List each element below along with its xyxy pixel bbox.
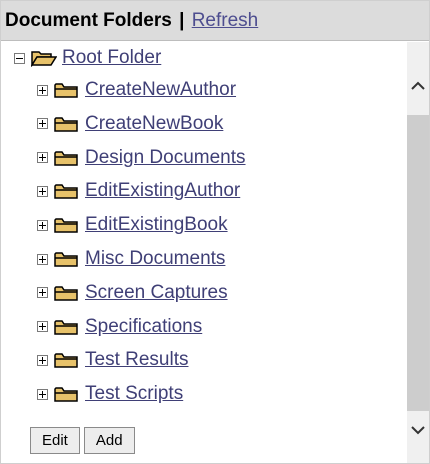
- tree-node-root[interactable]: Root Folder: [14, 44, 161, 72]
- expand-toggle-icon[interactable]: [37, 321, 48, 333]
- expand-toggle-icon[interactable]: [37, 354, 48, 366]
- tree-node-label[interactable]: EditExistingBook: [85, 214, 228, 235]
- panel-header: Document Folders | Refresh: [1, 1, 429, 41]
- folder-icon: [54, 286, 78, 301]
- tree-node[interactable]: EditExistingBook: [37, 211, 228, 239]
- folder-icon: [54, 252, 78, 267]
- tree-node-label[interactable]: Test Results: [85, 349, 188, 370]
- expand-toggle-icon[interactable]: [37, 152, 48, 164]
- folder-icon: [54, 150, 78, 166]
- folder-icon: [54, 353, 78, 369]
- tree-node[interactable]: CreateNewAuthor: [37, 76, 236, 104]
- expand-toggle-icon[interactable]: [37, 287, 48, 299]
- expand-toggle-icon[interactable]: [37, 118, 48, 130]
- tree-node[interactable]: Misc Documents: [37, 245, 225, 273]
- scroll-down-arrow-icon[interactable]: [410, 422, 426, 438]
- add-button[interactable]: Add: [83, 427, 135, 454]
- folder-tree: Root Folder CreateNewAuthor CreateNewBook…: [1, 42, 405, 462]
- folder-icon: [54, 319, 78, 335]
- folder-icon: [54, 218, 78, 233]
- folder-icon: [54, 117, 78, 132]
- collapse-toggle-icon[interactable]: [14, 52, 25, 64]
- tree-node-label[interactable]: Test Scripts: [85, 383, 183, 404]
- tree-node[interactable]: Specifications: [37, 313, 202, 341]
- refresh-link[interactable]: Refresh: [192, 10, 259, 31]
- button-bar: Edit Add: [30, 427, 135, 454]
- folder-icon: [54, 83, 78, 98]
- tree-node[interactable]: EditExistingAuthor: [37, 177, 240, 205]
- tree-node-label[interactable]: CreateNewBook: [85, 113, 223, 134]
- tree-node[interactable]: Screen Captures: [37, 279, 228, 307]
- folder-icon: [54, 184, 78, 200]
- scroll-up-arrow-icon[interactable]: [410, 78, 426, 94]
- expand-toggle-icon[interactable]: [37, 219, 48, 231]
- panel-title: Document Folders: [5, 10, 172, 31]
- tree-node[interactable]: Test Results: [37, 346, 188, 374]
- tree-node-label[interactable]: Root Folder: [62, 47, 161, 68]
- tree-node-label[interactable]: Misc Documents: [85, 248, 225, 269]
- tree-node-label[interactable]: Design Documents: [85, 147, 246, 168]
- tree-node[interactable]: CreateNewBook: [37, 110, 223, 138]
- expand-toggle-icon[interactable]: [37, 388, 48, 400]
- expand-toggle-icon[interactable]: [37, 253, 48, 265]
- tree-node-label[interactable]: EditExistingAuthor: [85, 180, 240, 201]
- open-folder-icon: [31, 51, 57, 67]
- header-separator: |: [179, 10, 185, 31]
- expand-toggle-icon[interactable]: [37, 185, 48, 197]
- document-folders-panel: Document Folders | Refresh Root Folder C…: [0, 0, 430, 464]
- edit-button[interactable]: Edit: [30, 427, 80, 454]
- tree-node-label[interactable]: Specifications: [85, 316, 202, 337]
- tree-node[interactable]: Design Documents: [37, 144, 246, 172]
- folder-icon: [54, 387, 78, 402]
- expand-toggle-icon[interactable]: [37, 84, 48, 96]
- vertical-scrollbar[interactable]: [407, 42, 429, 463]
- tree-node-label[interactable]: CreateNewAuthor: [85, 79, 236, 100]
- tree-node-label[interactable]: Screen Captures: [85, 282, 228, 303]
- tree-node[interactable]: Test Scripts: [37, 380, 183, 408]
- scrollbar-thumb[interactable]: [407, 115, 429, 411]
